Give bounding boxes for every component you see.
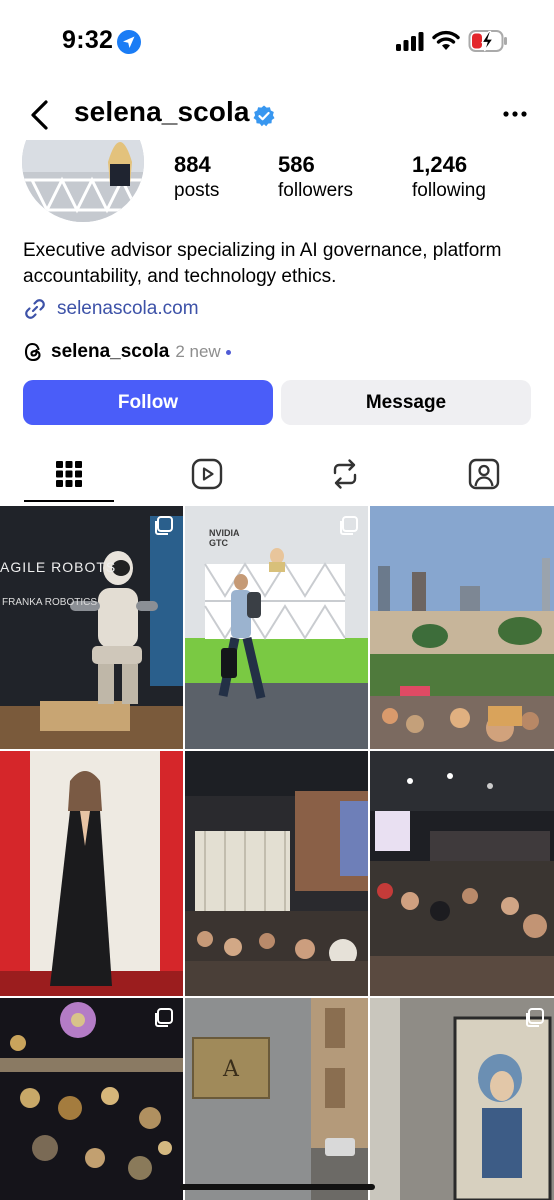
more-icon[interactable] xyxy=(500,104,530,124)
avatar[interactable] xyxy=(22,140,144,222)
verified-icon xyxy=(253,105,275,127)
post-image xyxy=(370,998,554,1200)
post-image xyxy=(185,751,368,996)
location-icon xyxy=(117,30,141,54)
post-tile[interactable] xyxy=(0,751,183,996)
post-tile[interactable] xyxy=(370,998,554,1200)
back-icon[interactable] xyxy=(26,98,56,132)
svg-text:A: A xyxy=(222,1057,240,1082)
tab-active-indicator xyxy=(24,500,114,502)
post-image xyxy=(370,751,554,996)
stat-following-value: 1,246 xyxy=(412,152,468,177)
profile-tabs xyxy=(0,448,554,504)
stat-posts-label: posts xyxy=(174,180,220,201)
tagged-icon xyxy=(468,458,500,490)
tab-tagged[interactable] xyxy=(464,456,504,492)
multi-post-icon xyxy=(155,516,173,535)
stat-followers[interactable]: 586 followers xyxy=(278,152,353,204)
header-username: selena_scola xyxy=(74,96,250,127)
home-indicator[interactable] xyxy=(180,1184,375,1190)
post-signage: NVIDIA GTC xyxy=(209,528,240,548)
threads-icon xyxy=(24,342,41,362)
threads-badge[interactable]: selena_scola 2 new xyxy=(23,339,231,365)
posts-grid: AGILE ROBOTS FRANKA ROBOTICS NVIDIA GTC xyxy=(0,506,554,1200)
status-bar: 9:32 xyxy=(0,0,554,86)
multi-post-icon xyxy=(155,1008,173,1027)
post-image xyxy=(370,506,554,749)
post-tile[interactable]: AGILE ROBOTS FRANKA ROBOTICS xyxy=(0,506,183,749)
post-image xyxy=(0,751,183,996)
post-tile[interactable] xyxy=(0,998,183,1200)
wifi-icon xyxy=(432,30,460,50)
stat-following[interactable]: 1,246 following xyxy=(412,152,486,204)
stat-following-label: following xyxy=(412,180,486,201)
post-tile[interactable]: NVIDIA GTC xyxy=(185,506,368,749)
post-signage: AGILE ROBOTS xyxy=(0,559,117,575)
profile-link-text: selenascola.com xyxy=(57,298,199,319)
stat-posts-value: 884 xyxy=(174,152,211,177)
stat-posts[interactable]: 884 posts xyxy=(174,152,219,204)
battery-charging-icon xyxy=(468,30,507,52)
threads-username: selena_scola xyxy=(51,341,170,362)
message-button[interactable]: Message xyxy=(281,380,531,425)
post-tile[interactable] xyxy=(370,506,554,749)
reels-icon xyxy=(191,458,223,490)
stat-followers-label: followers xyxy=(278,180,353,201)
follow-button[interactable]: Follow xyxy=(23,380,273,425)
grid-icon xyxy=(56,461,82,487)
tab-reposts[interactable] xyxy=(325,456,365,492)
multi-post-icon xyxy=(526,1008,544,1027)
status-time: 9:32 xyxy=(62,26,114,54)
post-image: A xyxy=(185,998,368,1200)
threads-new-dot xyxy=(225,349,231,355)
reposts-icon xyxy=(333,459,357,489)
profile-link[interactable]: selenascola.com xyxy=(23,296,199,322)
tab-reels[interactable] xyxy=(187,456,227,492)
stat-followers-value: 586 xyxy=(278,152,315,177)
post-tile[interactable]: A xyxy=(185,998,368,1200)
post-signage: FRANKA ROBOTICS xyxy=(2,597,98,608)
post-tile[interactable] xyxy=(370,751,554,996)
multi-post-icon xyxy=(340,516,358,535)
post-tile[interactable] xyxy=(185,751,368,996)
tab-grid[interactable] xyxy=(49,456,89,492)
post-image xyxy=(0,506,183,749)
threads-new-count: 2 new xyxy=(175,342,221,361)
profile-bio: Executive advisor specializing in AI gov… xyxy=(23,240,502,287)
link-icon xyxy=(25,299,45,319)
signal-icon xyxy=(396,32,424,51)
post-image xyxy=(0,998,183,1200)
profile-header: selena_scola xyxy=(0,92,554,138)
